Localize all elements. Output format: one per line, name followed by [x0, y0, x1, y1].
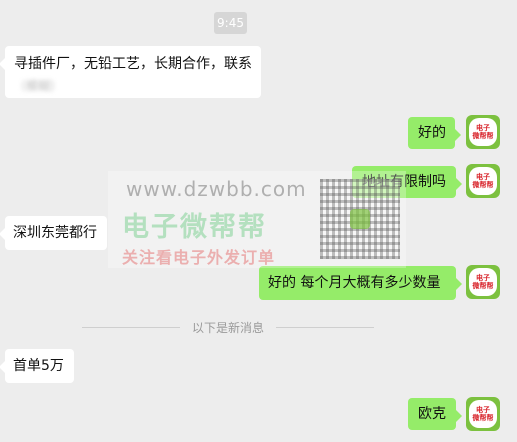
- user-avatar[interactable]: 电子 微帮帮: [466, 265, 500, 299]
- message-text: 寻插件厂，无铅工艺，长期合作，联系: [14, 56, 252, 72]
- new-messages-divider: 以下是新消息: [82, 318, 375, 336]
- message-text: 好的: [418, 125, 446, 141]
- avatar-logo-icon: 电子 微帮帮: [469, 400, 497, 428]
- message-text: 首单5万: [13, 358, 64, 374]
- user-avatar[interactable]: 电子 微帮帮: [466, 115, 500, 149]
- message-text: 深圳东莞都行: [13, 225, 97, 241]
- message-bubble-incoming[interactable]: 寻插件厂，无铅工艺，长期合作，联系 （模糊）: [0, 46, 261, 98]
- message-bubble-incoming[interactable]: 首单5万: [0, 349, 74, 383]
- avatar-logo-icon: 电子 微帮帮: [469, 167, 497, 195]
- message-bubble-outgoing[interactable]: 欧克: [408, 398, 462, 430]
- divider-line: [82, 326, 180, 328]
- divider-label: 以下是新消息: [192, 320, 265, 335]
- qr-center-logo-icon: [350, 209, 370, 229]
- avatar-logo-icon: 电子 微帮帮: [469, 268, 497, 296]
- message-bubble-outgoing[interactable]: 好的 每个月大概有多少数量: [259, 266, 462, 300]
- message-text: 欧克: [418, 406, 446, 422]
- watermark-slogan: 关注看电子外发订单: [122, 248, 276, 267]
- message-text: 好的 每个月大概有多少数量: [268, 275, 441, 291]
- watermark-url: www.dzwbb.com: [126, 177, 307, 201]
- message-bubble-outgoing[interactable]: 地址有限制吗: [352, 166, 462, 198]
- message-bubble-outgoing[interactable]: 好的: [408, 117, 461, 149]
- watermark-brand: 电子微帮帮: [122, 212, 267, 243]
- avatar-logo-icon: 电子 微帮帮: [469, 118, 497, 146]
- message-text: 地址有限制吗: [362, 174, 446, 190]
- user-avatar[interactable]: 电子 微帮帮: [466, 164, 500, 198]
- message-bubble-incoming[interactable]: 深圳东莞都行: [0, 216, 107, 250]
- timestamp-badge: 9:45: [214, 12, 247, 34]
- user-avatar[interactable]: 电子 微帮帮: [466, 397, 500, 431]
- message-blurred-text: （模糊）: [14, 79, 63, 93]
- divider-line: [276, 326, 375, 328]
